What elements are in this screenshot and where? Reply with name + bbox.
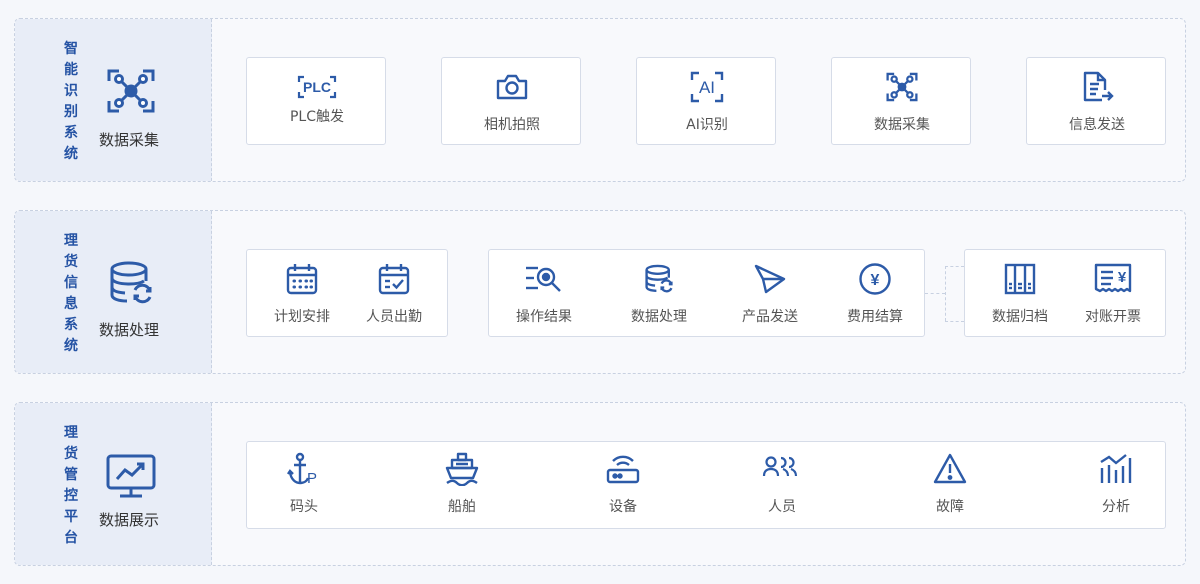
archive-icon [1004, 263, 1036, 295]
svg-text:¥: ¥ [1118, 269, 1127, 286]
item-op-result: 操作结果 [489, 262, 599, 326]
ship-icon [445, 452, 479, 486]
data-collect-icon [105, 65, 157, 117]
left-label: 数据处理 [99, 321, 160, 339]
item-equipment: 设备 [568, 452, 678, 516]
item-info-send: 信息发送 [1042, 70, 1152, 134]
calendar-icon [286, 264, 318, 295]
item-label: 码头 [290, 499, 318, 515]
card-info-send: 信息发送 [1026, 57, 1166, 145]
svg-text:¥: ¥ [871, 272, 880, 289]
panel-sidebar: 理货管控平台 数据展示 [15, 403, 212, 565]
data-collect-icon [886, 72, 918, 102]
item-label: 信息发送 [1069, 117, 1125, 133]
item-label: 人员出勤 [366, 309, 422, 325]
card-platform: P 码头 船舶 设备 人员 故障 分析 [246, 441, 1166, 529]
item-data-collect: 数据采集 [847, 70, 957, 134]
item-fault: 故障 [895, 452, 1005, 516]
smart-recognition-panel: 智能识别系统 数据采集 PLC PLC触发 相机拍照 AI AI识别 数据采集 … [14, 18, 1186, 182]
calendar-check-icon [378, 264, 410, 295]
card-camera: 相机拍照 [441, 57, 581, 145]
left-label: 数据展示 [99, 511, 160, 529]
item-ship: 船舶 [407, 452, 517, 516]
item-attendance: 人员出勤 [339, 262, 449, 326]
tally-control-panel: 理货管控平台 数据展示 P 码头 船舶 设备 人员 故障 分析 [14, 402, 1186, 566]
camera-icon [496, 74, 528, 100]
item-label: AI识别 [686, 117, 728, 133]
item-label: 分析 [1102, 499, 1130, 515]
item-wharf: P 码头 [249, 452, 359, 516]
item-label: 对账开票 [1085, 309, 1141, 325]
connector-line [945, 266, 964, 267]
document-send-icon [1083, 71, 1114, 102]
tally-info-panel: 理货信息系统 数据处理 计划安排 人员出勤 操作结果 数据处理 产品发送 ¥ 费… [14, 210, 1186, 374]
people-icon [762, 456, 798, 477]
item-label: 故障 [936, 499, 964, 515]
database-sync-icon [105, 257, 157, 309]
item-label: 产品发送 [742, 309, 798, 325]
router-icon [606, 455, 640, 484]
item-label: 数据处理 [631, 309, 687, 325]
item-camera: 相机拍照 [457, 72, 567, 134]
invoice-icon: ¥ [1094, 263, 1132, 293]
svg-text:PLC: PLC [303, 79, 331, 95]
card-group-archive: 数据归档 ¥ 对账开票 [964, 249, 1166, 337]
item-label: 数据采集 [874, 117, 930, 133]
warning-icon [933, 453, 967, 484]
connector-line [945, 321, 964, 322]
ai-icon: AI [690, 71, 724, 103]
item-label: 相机拍照 [484, 117, 540, 133]
item-label: 设备 [609, 499, 637, 515]
section-title: 智能识别系统 [64, 41, 78, 162]
left-label: 数据采集 [99, 131, 160, 149]
svg-text:P: P [307, 470, 317, 486]
yen-circle-icon: ¥ [859, 263, 891, 295]
monitor-chart-icon [105, 451, 157, 503]
panel-sidebar: 理货信息系统 数据处理 [15, 211, 212, 373]
item-label: 人员 [768, 499, 796, 515]
paper-plane-icon [754, 264, 786, 294]
item-invoice: ¥ 对账开票 [1058, 262, 1168, 326]
item-plc: PLC PLC触发 [262, 74, 372, 126]
item-fee-settle: ¥ 费用结算 [820, 262, 930, 326]
item-label: 费用结算 [847, 309, 903, 325]
item-label: 操作结果 [516, 309, 572, 325]
item-analysis: 分析 [1061, 452, 1171, 516]
connector-line [945, 266, 946, 321]
connector-line [925, 293, 945, 294]
bar-chart-icon [1100, 454, 1132, 483]
item-personnel: 人员 [727, 452, 837, 516]
item-data-process: 数据处理 [604, 262, 714, 326]
anchor-icon: P [287, 452, 317, 486]
item-label: PLC触发 [289, 109, 345, 125]
card-group-operations: 操作结果 数据处理 产品发送 ¥ 费用结算 [488, 249, 925, 337]
panel-sidebar: 智能识别系统 数据采集 [15, 19, 212, 181]
card-group-planning: 计划安排 人员出勤 [246, 249, 448, 337]
card-data-collect: 数据采集 [831, 57, 971, 145]
search-list-icon [526, 266, 561, 292]
section-title: 理货信息系统 [64, 233, 78, 354]
item-ai: AI AI识别 [652, 70, 762, 134]
svg-text:AI: AI [699, 78, 715, 97]
database-sync-icon [645, 264, 673, 293]
plc-icon: PLC [297, 75, 337, 99]
card-ai: AI AI识别 [636, 57, 776, 145]
section-title: 理货管控平台 [64, 425, 78, 546]
item-label: 船舶 [448, 499, 476, 515]
card-plc: PLC PLC触发 [246, 57, 386, 145]
item-product-send: 产品发送 [715, 262, 825, 326]
